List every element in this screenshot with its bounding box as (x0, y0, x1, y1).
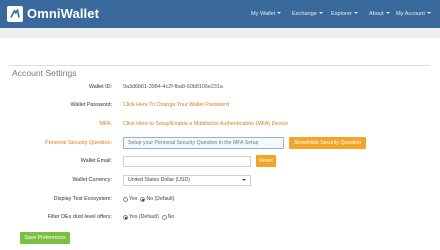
chevron-down-icon (426, 12, 431, 14)
wallet-id-label: Wallet ID: (88, 84, 112, 90)
test-ecosystem-yes-label: Yes (129, 196, 138, 202)
nav-my-wallet[interactable]: My Wallet (251, 0, 282, 28)
test-ecosystem-options: Yes No (Default) (123, 196, 174, 203)
omni-logo-icon (7, 6, 23, 22)
reset-button[interactable]: Reset (256, 155, 276, 167)
nav-my-account-label: My Account (396, 11, 425, 17)
title-divider (9, 65, 430, 66)
change-password-link[interactable]: Click Here To Change Your Wallet Passwor… (123, 102, 229, 109)
nav-about[interactable]: About (369, 0, 390, 28)
page-title: Account Settings (12, 68, 77, 78)
chevron-down-icon (277, 12, 282, 14)
nav-my-wallet-label: My Wallet (251, 11, 276, 17)
chevron-down-icon (242, 179, 246, 181)
chevron-down-icon (318, 12, 323, 14)
dust-yes-radio[interactable] (123, 215, 128, 220)
show-hide-question-button[interactable]: Show/Hide Security Question (289, 137, 366, 149)
nav-exchange-label: Exchange (292, 11, 317, 17)
brand-name: OmniWallet (27, 6, 100, 21)
test-ecosystem-label: Display Test Ecosystem: (53, 196, 112, 202)
wallet-email-label: Wallet Email: (80, 158, 112, 164)
mfa-label: MFA: (99, 121, 112, 127)
dust-filter-options: Yes (Default) No (123, 214, 174, 221)
nav-explorer-label: Explorer (331, 11, 352, 17)
wallet-password-label: Wallet Password: (70, 102, 112, 108)
save-preferences-button[interactable]: Save Preferences (20, 232, 70, 244)
wallet-currency-label: Wallet Currency: (72, 177, 112, 183)
email-field[interactable] (123, 156, 251, 167)
test-ecosystem-no-radio[interactable] (140, 197, 146, 202)
dust-no-label: No (167, 214, 175, 220)
nav-explorer[interactable]: Explorer (331, 0, 358, 28)
dust-yes-label: Yes (Default) (129, 214, 159, 220)
dust-no-radio[interactable] (161, 215, 167, 220)
test-ecosystem-no-label: No (Default) (146, 196, 175, 202)
security-question-label: Personal Security Question: (45, 140, 112, 146)
top-navbar: OmniWallet My Wallet Exchange Explorer A… (0, 0, 440, 28)
test-ecosystem-yes-radio[interactable] (123, 197, 128, 202)
security-question-input[interactable]: Setup your Personal Security Question in… (123, 137, 284, 149)
nav-about-label: About (369, 11, 384, 17)
wallet-id-value: 9a3d6b61-3984-4c2f-fba8-60b8106e231a (123, 84, 223, 90)
currency-select-value: United States Dollar (USD) (128, 177, 190, 183)
nav-my-account[interactable]: My Account (396, 0, 431, 28)
chevron-down-icon (385, 12, 390, 14)
brand[interactable]: OmniWallet (7, 5, 99, 23)
currency-select[interactable]: United States Dollar (USD) (123, 175, 251, 186)
nav-exchange[interactable]: Exchange (292, 0, 323, 28)
header-band (0, 28, 440, 38)
dust-filter-label: Filter DEx dust level offers: (47, 214, 112, 220)
mfa-setup-link[interactable]: Click Here to Setup/Enable a Multifactor… (123, 121, 288, 128)
chevron-down-icon (353, 12, 358, 14)
